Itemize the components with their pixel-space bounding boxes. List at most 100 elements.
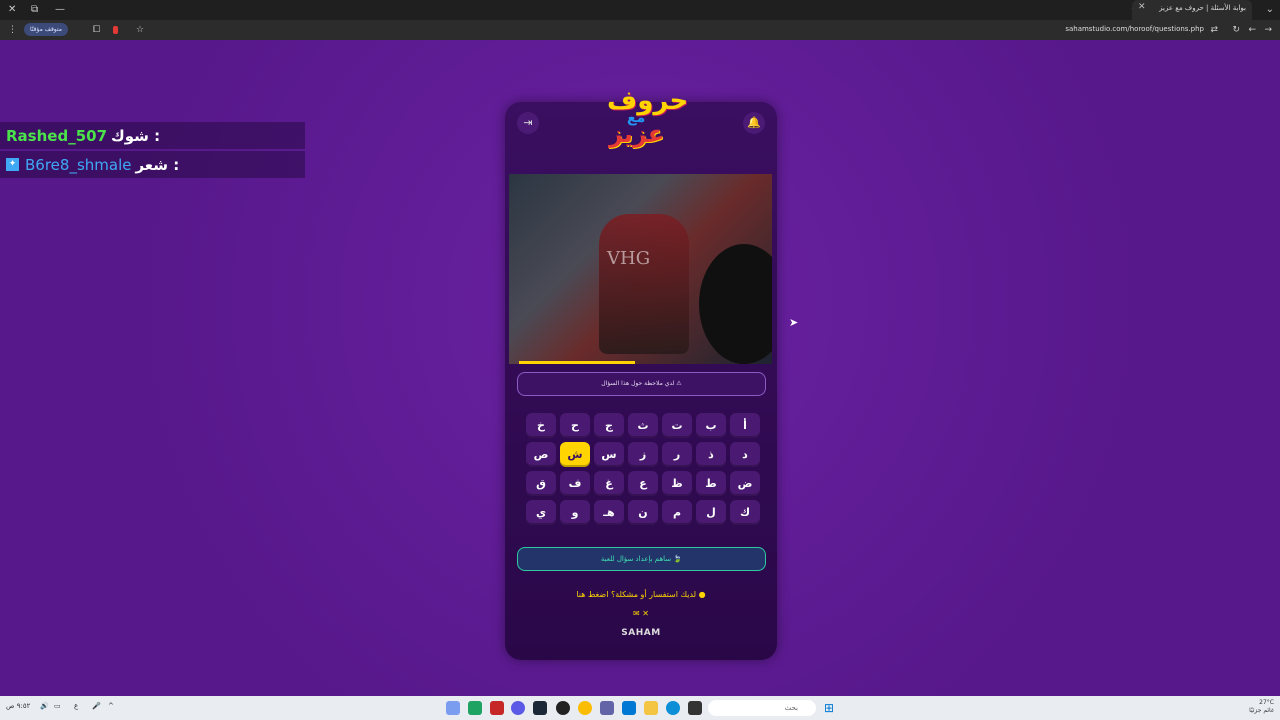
letter-key[interactable]: ذ [696, 442, 726, 467]
discord-icon[interactable] [511, 701, 525, 715]
letter-key[interactable]: ر [662, 442, 692, 467]
letter-key[interactable]: هـ [594, 500, 624, 525]
menu-icon[interactable]: ⋮ [8, 23, 17, 37]
letter-key[interactable]: ج [594, 413, 624, 438]
letter-key[interactable]: ن [628, 500, 658, 525]
letter-key[interactable]: ظ [662, 471, 692, 496]
overlay-user: Rashed_507 [6, 126, 108, 145]
store-icon[interactable] [622, 701, 636, 715]
letter-grid: أ ب ت ث ج ح خ د ذ ر ز س ش ص ض ط ظ ع غ ف ق ك ل م ن هـ و ي [522, 413, 760, 525]
video-watermark: VHG [607, 248, 651, 269]
logout-icon[interactable]: ⇥ [517, 112, 539, 134]
letter-key[interactable]: خ [526, 413, 556, 438]
clock[interactable]: ٩:٥٢ ص [6, 702, 30, 710]
browser-toolbar: ⋮ متوقف مؤقتًا ⧠ ☆ sahamstudio.com/horoo… [0, 20, 1280, 40]
restore-window-icon[interactable]: ⧉ [31, 3, 38, 17]
record-indicator-icon[interactable] [113, 26, 118, 34]
chrome-icon[interactable] [578, 701, 592, 715]
overlay-label: شعر : [135, 155, 180, 174]
language-icon[interactable]: ع [74, 702, 78, 710]
overlay-user: B6re8_shmale [25, 155, 132, 174]
obs-icon[interactable] [556, 701, 570, 715]
site-settings-icon[interactable]: ⇄ [1210, 23, 1218, 37]
page-background: Rashed_507 شوك : ✦ B6re8_shmale شعر : ➤ … [0, 40, 1280, 696]
weather-widget[interactable]: 27°C غائم جزئيًا [1249, 699, 1274, 715]
windows-taskbar: ٩:٥٢ ص 🔊 ▭ ع 🎤 ^ بحث ⊞ 27°C غائم جزئيًا [0, 696, 1280, 720]
contribute-label: ساهم بإعداد سؤال للعبة [600, 555, 672, 563]
contribute-question-button[interactable]: 🍃 ساهم بإعداد سؤال للعبة [517, 547, 766, 571]
letter-key[interactable]: و [560, 500, 590, 525]
overlay-label: شوك : [111, 126, 161, 145]
social-links: ✉ ✕ [505, 609, 777, 618]
minimize-window-icon[interactable]: — [55, 3, 65, 17]
letter-key[interactable]: ت [662, 413, 692, 438]
teams-icon[interactable] [600, 701, 614, 715]
letter-key[interactable]: ل [696, 500, 726, 525]
logo-line: حروف [607, 86, 689, 116]
letter-key[interactable]: ح [560, 413, 590, 438]
forward-icon[interactable]: → [1264, 23, 1272, 37]
info-icon: ● [698, 590, 706, 599]
bookmark-star-icon[interactable]: ☆ [136, 23, 144, 37]
mail-icon[interactable]: ✉ [633, 609, 640, 618]
edge-icon[interactable] [666, 701, 680, 715]
overlay-row: Rashed_507 شوك : [0, 122, 305, 149]
close-window-icon[interactable]: ✕ [8, 3, 16, 17]
active-tab[interactable]: ✕ بوابة الأسئلة | حروف مع عزيز [1132, 0, 1252, 20]
letter-key[interactable]: ف [560, 471, 590, 496]
report-note-label: لدي ملاحظة حول هذا السؤال [601, 380, 675, 387]
video-frame-person [699, 244, 772, 364]
app-icon[interactable] [468, 701, 482, 715]
reload-icon[interactable]: ↻ [1232, 23, 1240, 37]
taskbar-search[interactable]: بحث [708, 700, 816, 716]
brand-logo: SAHAM [621, 628, 661, 638]
start-icon[interactable]: ⊞ [822, 701, 836, 715]
letter-key[interactable]: ش [560, 442, 590, 467]
letter-key[interactable]: أ [730, 413, 760, 438]
letter-key[interactable]: ث [628, 413, 658, 438]
paused-badge[interactable]: متوقف مؤقتًا [24, 23, 68, 36]
warning-icon: ⚠ [676, 380, 682, 387]
report-note-button[interactable]: ⚠ لدي ملاحظة حول هذا السؤال [517, 372, 766, 396]
letter-key[interactable]: م [662, 500, 692, 525]
tray-chevron-icon[interactable]: ^ [108, 702, 114, 710]
x-icon[interactable]: ✕ [642, 609, 649, 618]
help-link[interactable]: ● لديك استفسار أو مشكلة؟ اضغط هنا [505, 590, 777, 599]
letter-key[interactable]: ط [696, 471, 726, 496]
letter-key[interactable]: ق [526, 471, 556, 496]
display-icon[interactable]: ▭ [54, 702, 61, 710]
volume-icon[interactable]: 🔊 [40, 702, 49, 710]
logo-line: عزيز [609, 120, 665, 148]
letter-key[interactable]: د [730, 442, 760, 467]
video-frame-seat [599, 214, 689, 354]
weather-temp: 27°C [1259, 699, 1274, 706]
video-progress-bar[interactable] [519, 361, 635, 364]
weather-desc: غائم جزئيًا [1249, 707, 1274, 714]
letter-key[interactable]: غ [594, 471, 624, 496]
address-bar[interactable]: sahamstudio.com/horoof/questions.php [1065, 25, 1204, 33]
letter-key[interactable]: ك [730, 500, 760, 525]
letter-key[interactable]: ص [526, 442, 556, 467]
letter-key[interactable]: ض [730, 471, 760, 496]
back-icon[interactable]: ← [1248, 23, 1256, 37]
tab-search-icon[interactable]: ⌄ [1266, 3, 1274, 17]
file-explorer-icon[interactable] [644, 701, 658, 715]
tab-close-icon[interactable]: ✕ [1138, 2, 1146, 12]
letter-key[interactable]: ي [526, 500, 556, 525]
terminal-icon[interactable] [688, 701, 702, 715]
app-icon[interactable] [490, 701, 504, 715]
user-badge-icon: ✦ [6, 158, 19, 171]
letter-key[interactable]: ب [696, 413, 726, 438]
game-logo: حروف مع عزيز [603, 86, 688, 160]
letter-key[interactable]: س [594, 442, 624, 467]
bell-icon[interactable]: 🔔 [743, 112, 765, 134]
extensions-icon[interactable]: ⧠ [93, 23, 100, 37]
letter-key[interactable]: ع [628, 471, 658, 496]
letter-key[interactable]: ز [628, 442, 658, 467]
widgets-icon[interactable] [446, 701, 460, 715]
steam-icon[interactable] [533, 701, 547, 715]
leaf-icon: 🍃 [673, 555, 683, 563]
mic-icon[interactable]: 🎤 [92, 702, 101, 710]
question-video[interactable]: VHG [509, 174, 772, 364]
help-label: لديك استفسار أو مشكلة؟ اضغط هنا [576, 590, 697, 599]
